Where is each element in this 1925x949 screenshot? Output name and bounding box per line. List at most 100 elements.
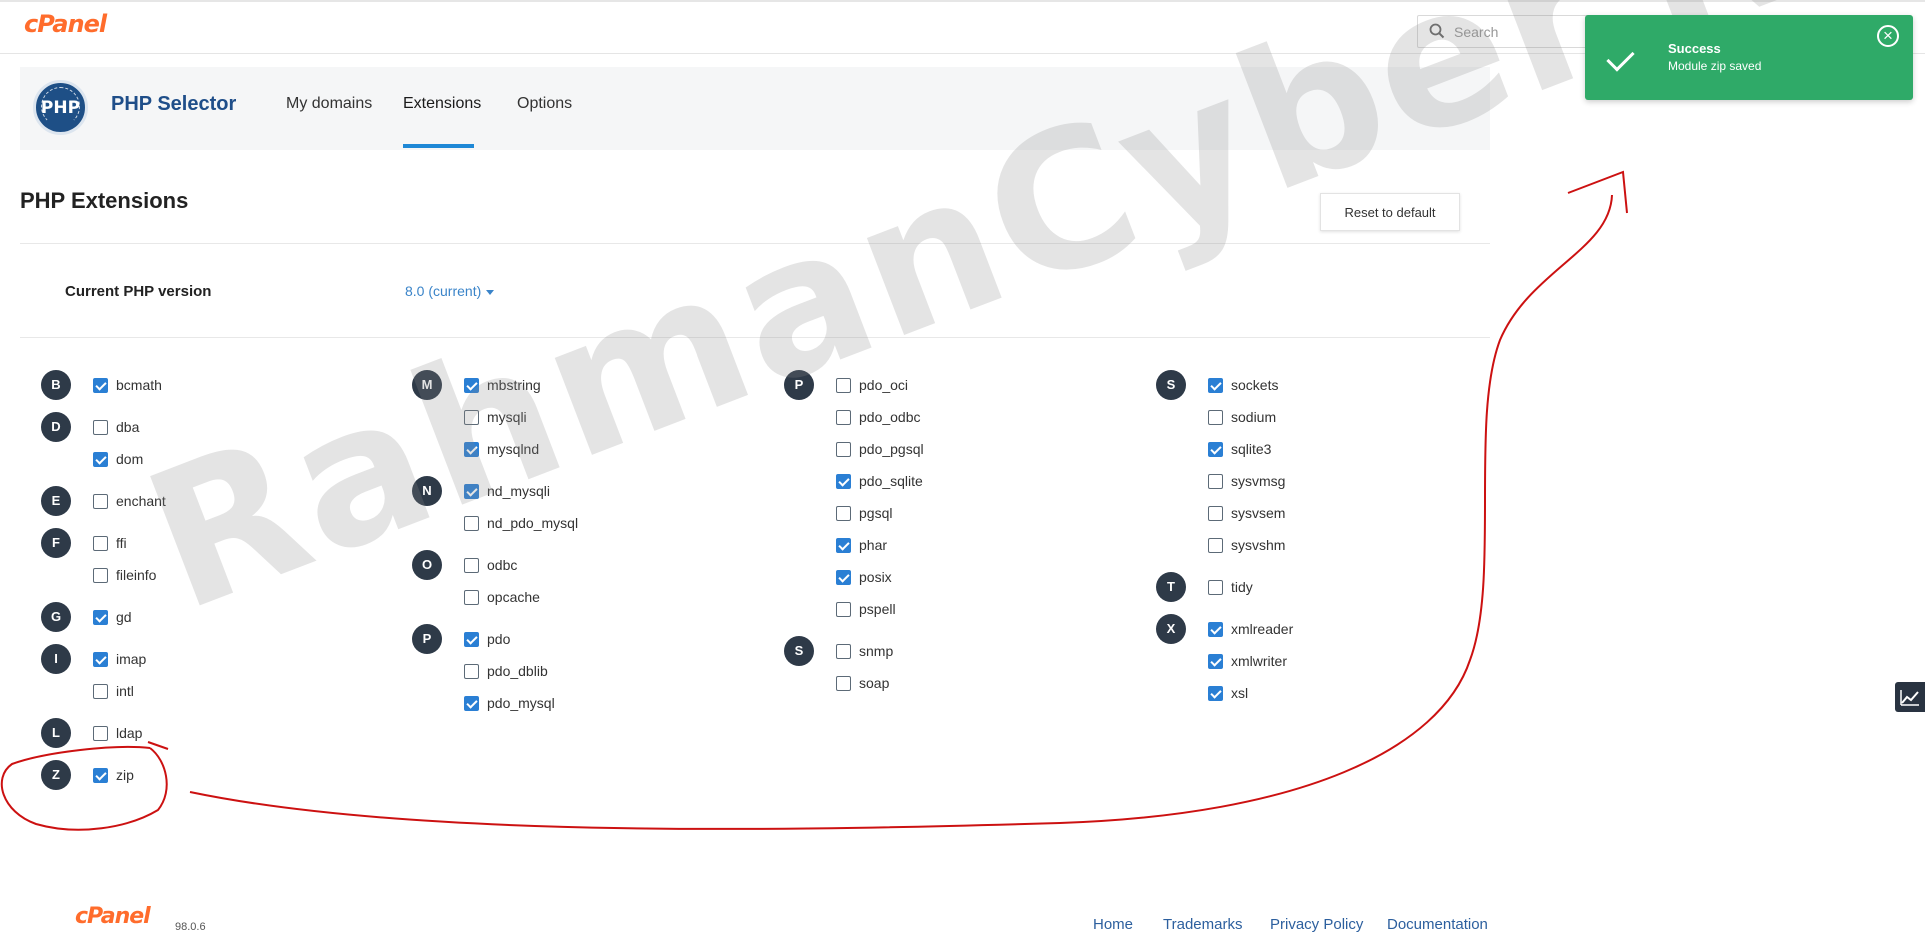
extension-label: sysvshm — [1231, 537, 1286, 553]
checkbox-pgsql[interactable] — [836, 506, 851, 521]
extension-label: snmp — [859, 643, 894, 659]
checkbox-xmlreader[interactable] — [1208, 622, 1223, 637]
php-version-value: 8.0 (current) — [405, 283, 482, 299]
checkbox-mbstring[interactable] — [464, 378, 479, 393]
extension-label: gd — [116, 609, 132, 625]
extension-label: ldap — [116, 725, 143, 741]
letter-badge: M — [412, 370, 442, 400]
checkbox-intl[interactable] — [93, 684, 108, 699]
checkbox-xsl[interactable] — [1208, 686, 1223, 701]
search-icon — [1429, 23, 1445, 39]
checkbox-mysqlnd[interactable] — [464, 442, 479, 457]
extension-label: nd_pdo_mysql — [487, 515, 579, 531]
checkbox-sysvmsg[interactable] — [1208, 474, 1223, 489]
php-selector-bar: PHP PHP Selector My domains Extensions O… — [20, 67, 1490, 150]
letter-badge: N — [412, 476, 442, 506]
checkbox-pdo-mysql[interactable] — [464, 696, 479, 711]
letter-badge: B — [41, 370, 71, 400]
checkbox-enchant[interactable] — [93, 494, 108, 509]
checkbox-sqlite3[interactable] — [1208, 442, 1223, 457]
extension-label: soap — [859, 675, 890, 691]
footer-cpanel-logo[interactable]: cPanel — [75, 904, 151, 929]
app-title: PHP Selector — [111, 93, 237, 115]
extension-label: pspell — [859, 601, 896, 617]
extension-label: sockets — [1231, 377, 1279, 393]
checkbox-ffi[interactable] — [93, 536, 108, 551]
checkbox-gd[interactable] — [93, 610, 108, 625]
extension-label: dom — [116, 451, 144, 467]
checkbox-imap[interactable] — [93, 652, 108, 667]
checkbox-snmp[interactable] — [836, 644, 851, 659]
chart-icon — [1900, 690, 1919, 706]
php-logo: PHP — [33, 80, 88, 135]
php-version-dropdown[interactable]: 8.0 (current) — [405, 283, 495, 299]
checkbox-nd-pdo-mysql[interactable] — [464, 516, 479, 531]
checkbox-odbc[interactable] — [464, 558, 479, 573]
extension-label: pgsql — [859, 505, 893, 521]
checkbox-ldap[interactable] — [93, 726, 108, 741]
extension-label: pdo_mysql — [487, 695, 555, 711]
letter-badge: S — [1156, 370, 1186, 400]
active-tab-indicator — [403, 144, 474, 148]
checkbox-pdo[interactable] — [464, 632, 479, 647]
checkbox-pdo-dblib[interactable] — [464, 664, 479, 679]
checkbox-sockets[interactable] — [1208, 378, 1223, 393]
checkbox-nd-mysqli[interactable] — [464, 484, 479, 499]
checkbox-pdo-sqlite[interactable] — [836, 474, 851, 489]
extension-label: sysvmsg — [1231, 473, 1286, 489]
extension-label: pdo — [487, 631, 511, 647]
extension-label: opcache — [487, 589, 540, 605]
letter-badge: T — [1156, 572, 1186, 602]
footer-link-privacy-policy[interactable]: Privacy Policy — [1270, 916, 1363, 933]
footer-link-documentation[interactable]: Documentation — [1387, 916, 1488, 933]
extension-label: ffi — [116, 535, 127, 551]
letter-badge: P — [784, 370, 814, 400]
letter-badge: D — [41, 412, 71, 442]
checkbox-pspell[interactable] — [836, 602, 851, 617]
extension-label: enchant — [116, 493, 166, 509]
footer-link-trademarks[interactable]: Trademarks — [1163, 916, 1242, 933]
checkbox-bcmath[interactable] — [93, 378, 108, 393]
extension-label: xsl — [1231, 685, 1249, 701]
tab-my-domains[interactable]: My domains — [286, 95, 372, 113]
letter-badge: P — [412, 624, 442, 654]
checkbox-dom[interactable] — [93, 452, 108, 467]
letter-badge: F — [41, 528, 71, 558]
extension-label: zip — [116, 767, 134, 783]
footer-link-home[interactable]: Home — [1093, 916, 1133, 933]
checkbox-tidy[interactable] — [1208, 580, 1223, 595]
checkbox-sysvsem[interactable] — [1208, 506, 1223, 521]
checkbox-xmlwriter[interactable] — [1208, 654, 1223, 669]
tab-options[interactable]: Options — [517, 95, 572, 113]
tab-extensions[interactable]: Extensions — [403, 95, 481, 113]
checkbox-opcache[interactable] — [464, 590, 479, 605]
divider — [20, 337, 1490, 338]
checkbox-soap[interactable] — [836, 676, 851, 691]
extension-label: sqlite3 — [1231, 441, 1272, 457]
checkbox-mysqli[interactable] — [464, 410, 479, 425]
extension-label: pdo_dblib — [487, 663, 548, 679]
extension-label: imap — [116, 651, 147, 667]
extension-label: sodium — [1231, 409, 1277, 425]
reset-to-default-button[interactable]: Reset to default — [1320, 193, 1460, 231]
extension-label: posix — [859, 569, 892, 585]
checkbox-fileinfo[interactable] — [93, 568, 108, 583]
checkbox-sodium[interactable] — [1208, 410, 1223, 425]
checkbox-pdo-odbc[interactable] — [836, 410, 851, 425]
checkbox-sysvshm[interactable] — [1208, 538, 1223, 553]
close-icon[interactable]: × — [1877, 25, 1899, 47]
checkbox-pdo-pgsql[interactable] — [836, 442, 851, 457]
extension-label: xmlreader — [1231, 621, 1294, 637]
toast-title: Success — [1668, 41, 1721, 56]
extension-label: pdo_pgsql — [859, 441, 924, 457]
checkbox-dba[interactable] — [93, 420, 108, 435]
checkbox-phar[interactable] — [836, 538, 851, 553]
extension-label: dba — [116, 419, 140, 435]
checkbox-posix[interactable] — [836, 570, 851, 585]
cpanel-logo[interactable]: cPanel — [24, 10, 107, 38]
checkbox-pdo-oci[interactable] — [836, 378, 851, 393]
cpanel-version: 98.0.6 — [175, 921, 206, 933]
checkbox-zip[interactable] — [93, 768, 108, 783]
extension-label: nd_mysqli — [487, 483, 551, 499]
stats-toggle-button[interactable] — [1895, 682, 1925, 712]
